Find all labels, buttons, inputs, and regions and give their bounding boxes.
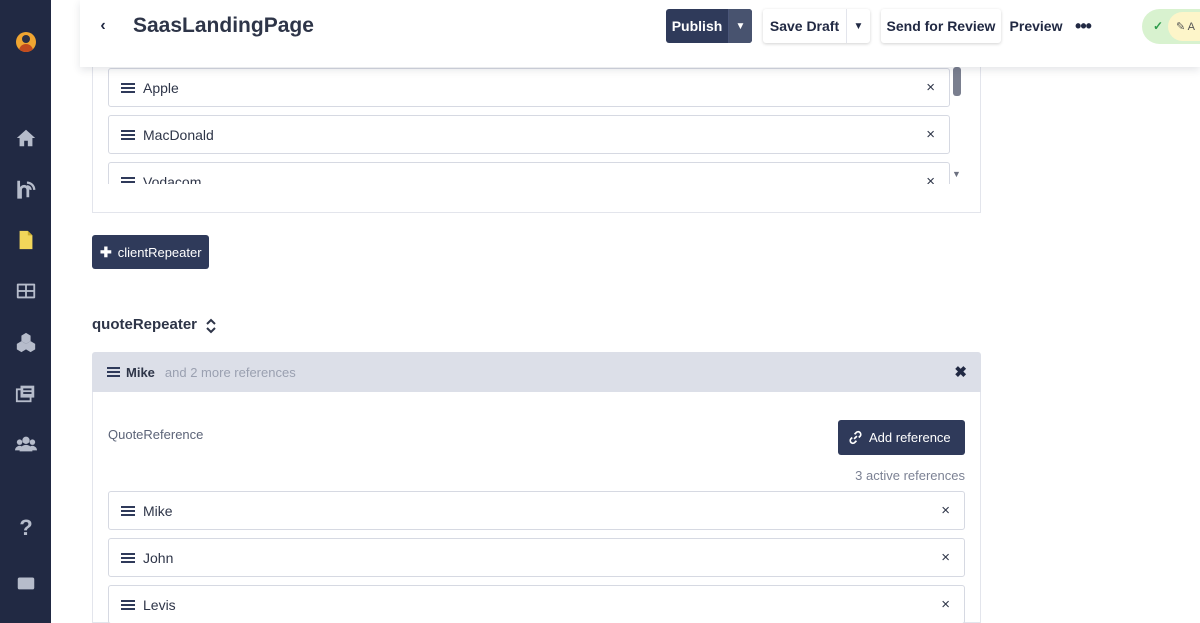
link-icon xyxy=(849,430,862,445)
send-for-review-button[interactable]: Send for Review xyxy=(881,9,1001,43)
drag-handle-icon[interactable] xyxy=(121,82,135,93)
save-draft-button[interactable]: Save Draft xyxy=(763,18,846,34)
check-icon: ✓ xyxy=(1152,19,1164,33)
avatar[interactable] xyxy=(16,32,36,52)
quote-item-name: Mike xyxy=(126,364,155,380)
blog-icon[interactable] xyxy=(13,176,39,202)
client-list-clip: Vodacom × xyxy=(108,160,950,184)
publish-dropdown-caret-icon[interactable]: ▼ xyxy=(728,9,752,43)
remove-icon[interactable]: × xyxy=(926,173,935,184)
drag-handle-icon[interactable] xyxy=(121,505,135,516)
quote-reference-label: Mike xyxy=(143,502,173,519)
remove-icon[interactable]: × xyxy=(926,79,935,96)
users-icon[interactable] xyxy=(13,431,39,457)
chat-icon[interactable] xyxy=(13,570,39,596)
drag-handle-icon[interactable] xyxy=(121,129,135,140)
client-item[interactable]: MacDonald × xyxy=(108,115,950,154)
save-draft-dropdown-caret-icon[interactable]: ▼ xyxy=(846,9,870,43)
home-icon[interactable] xyxy=(13,125,39,151)
quote-reference-label: QuoteReference xyxy=(108,427,204,442)
plus-icon: ✚ xyxy=(100,243,112,260)
layout-icon[interactable] xyxy=(13,278,39,304)
quote-reference-item[interactable]: Levis × xyxy=(108,585,965,623)
add-reference-label: Add reference xyxy=(869,430,951,445)
publish-button[interactable]: Publish xyxy=(666,18,728,34)
client-item[interactable]: Apple × xyxy=(108,68,950,107)
preview-button[interactable]: Preview xyxy=(1006,9,1066,43)
add-client-repeater-button[interactable]: ✚ clientRepeater xyxy=(92,235,209,269)
add-reference-button[interactable]: Add reference xyxy=(838,420,965,455)
quote-item-more-references: and 2 more references xyxy=(164,364,296,380)
quote-reference-item[interactable]: Mike × xyxy=(108,491,965,530)
client-item-label: MacDonald xyxy=(143,126,214,143)
quote-repeater-title: quoteRepeater xyxy=(92,316,198,333)
drag-handle-icon[interactable] xyxy=(121,552,135,563)
edit-status-badge[interactable]: ✎ A xyxy=(1168,12,1200,41)
add-client-repeater-label: clientRepeater xyxy=(117,244,202,260)
quote-item-header[interactable]: Mike and 2 more references ✖ xyxy=(92,352,981,392)
remove-icon[interactable]: × xyxy=(941,549,950,566)
close-icon[interactable]: ✖ xyxy=(954,363,967,381)
sort-toggle-icon[interactable] xyxy=(204,316,218,336)
drag-handle-icon[interactable] xyxy=(107,367,120,377)
help-icon[interactable]: ? xyxy=(13,515,39,541)
scroll-down-arrow-icon[interactable]: ▼ xyxy=(952,169,961,179)
remove-icon[interactable]: × xyxy=(926,126,935,143)
components-icon[interactable] xyxy=(13,329,39,355)
client-item-label: Vodacom xyxy=(143,173,202,185)
media-icon[interactable] xyxy=(13,380,39,406)
sidebar: ? xyxy=(0,0,51,623)
save-draft-button-group: Save Draft ▼ xyxy=(763,9,870,43)
back-button[interactable]: ‹ xyxy=(94,14,112,38)
more-options-icon[interactable]: ••• xyxy=(1072,9,1094,43)
quote-reference-label: Levis xyxy=(143,596,176,613)
client-item-label: Apple xyxy=(143,79,179,96)
document-icon[interactable] xyxy=(13,227,39,253)
drag-handle-icon[interactable] xyxy=(121,599,135,610)
drag-handle-icon[interactable] xyxy=(121,176,135,185)
quote-reference-item[interactable]: John × xyxy=(108,538,965,577)
client-item[interactable]: Vodacom × xyxy=(108,162,950,184)
remove-icon[interactable]: × xyxy=(941,596,950,613)
active-references-count: 3 active references xyxy=(855,468,965,483)
top-bar: ‹ SaasLandingPage Publish ▼ Save Draft ▼… xyxy=(80,0,1200,67)
quote-reference-label: John xyxy=(143,549,174,566)
scrollbar-thumb[interactable] xyxy=(953,67,961,96)
publish-button-group: Publish ▼ xyxy=(666,9,752,43)
page-title: SaasLandingPage xyxy=(133,14,314,37)
remove-icon[interactable]: × xyxy=(941,502,950,519)
status-pill[interactable]: ✓ ✎ A xyxy=(1142,9,1200,44)
